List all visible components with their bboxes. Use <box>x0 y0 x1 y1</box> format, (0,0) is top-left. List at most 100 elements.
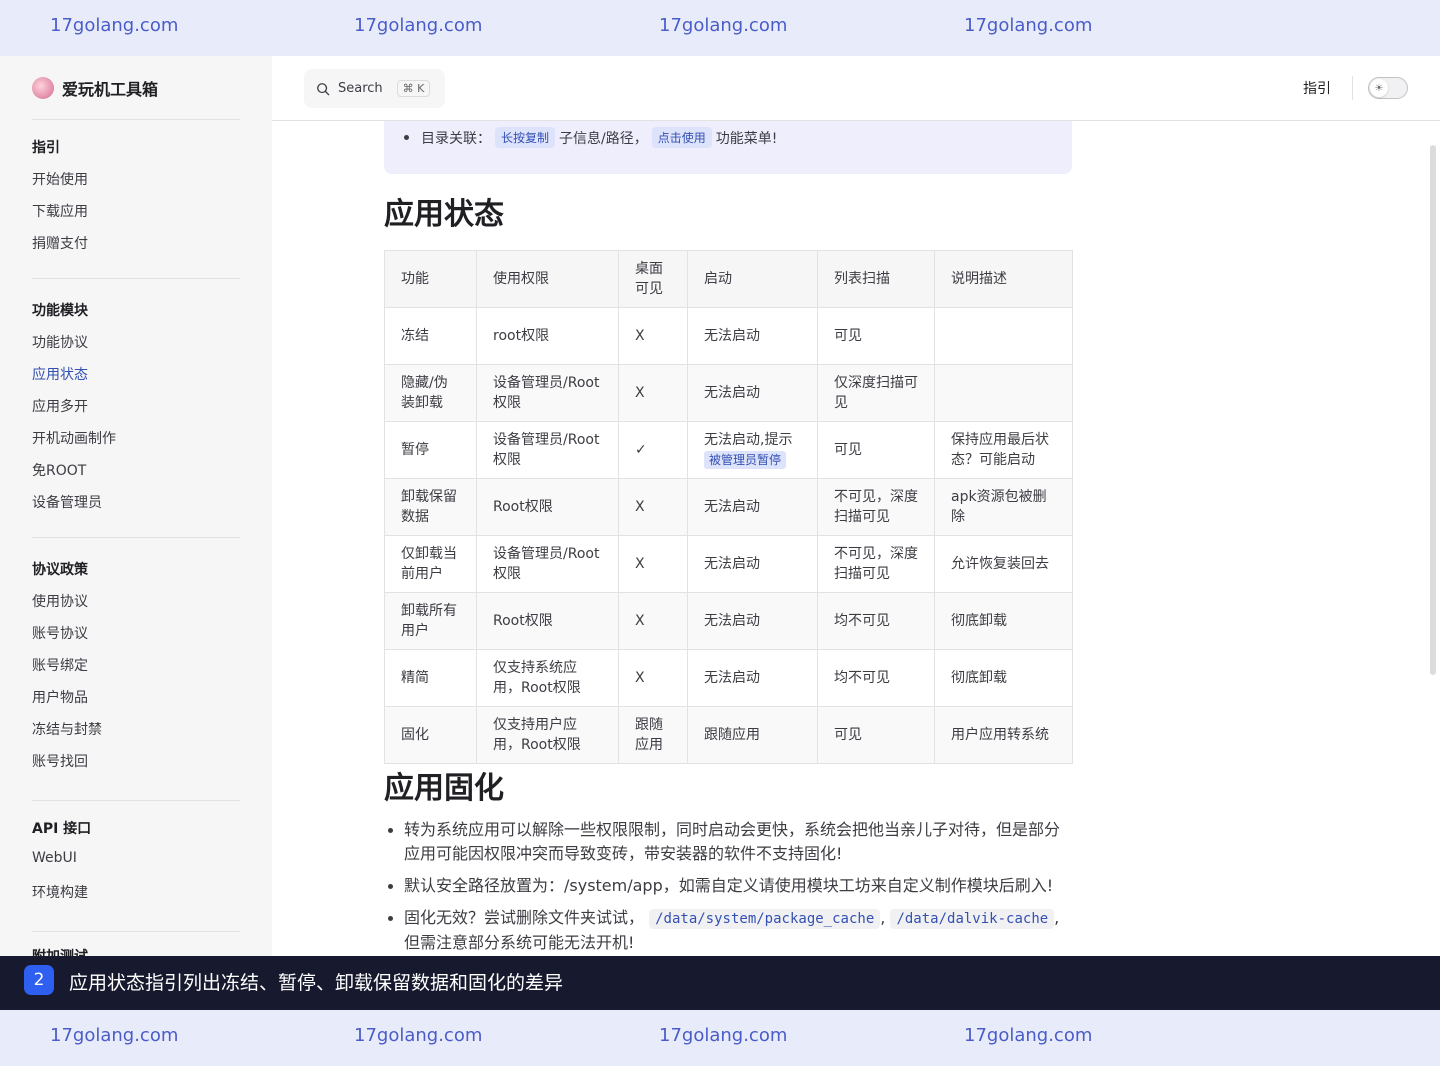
sidebar-item-account-recovery[interactable]: 账号找回 <box>32 751 88 771</box>
table-cell: 均不可见 <box>817 592 935 650</box>
table-cell: 仅支持系统应用，Root权限 <box>476 649 619 707</box>
table-header: 说明描述 <box>934 250 1073 308</box>
nav-link-guide[interactable]: 指引 <box>1303 78 1331 98</box>
table-header: 桌面可见 <box>618 250 688 308</box>
table-cell: Root权限 <box>476 592 619 650</box>
table-cell: 无法启动 <box>687 478 818 536</box>
theme-toggle[interactable]: ☀ <box>1368 77 1408 99</box>
sidebar-item-terms[interactable]: 使用协议 <box>32 591 88 611</box>
table-cell: 无法启动 <box>687 649 818 707</box>
tip-middle: 子信息/路径， <box>559 130 648 147</box>
sidebar-item-freeze-ban[interactable]: 冻结与封禁 <box>32 719 102 739</box>
table-cell: 冻结 <box>384 307 477 365</box>
sidebar-item-app-status[interactable]: 应用状态 <box>32 364 88 384</box>
table-cell: 无法启动 <box>687 364 818 422</box>
sidebar-item-download[interactable]: 下载应用 <box>32 201 88 221</box>
table-cell: 精简 <box>384 649 477 707</box>
tip-box: 目录关联： 长按复制 子信息/路径， 点击使用 功能菜单! <box>384 121 1072 174</box>
watermark-text: 17golang.com <box>964 1025 1093 1046</box>
table-row: 冻结 root权限 X 无法启动 可见 <box>384 307 1073 365</box>
sidebar-divider <box>32 537 240 538</box>
table-cell: 无法启动 <box>687 592 818 650</box>
table-row: 暂停 设备管理员/Root权限 ✓ 无法启动,提示 被管理员暂停 可见 保持应用… <box>384 421 1073 479</box>
table-cell: 仅卸载当前用户 <box>384 535 477 593</box>
table-cell: X <box>618 307 688 365</box>
paused-by-admin-chip: 被管理员暂停 <box>704 451 787 469</box>
table-cell: 可见 <box>817 706 935 764</box>
sidebar-group-title: 协议政策 <box>32 562 88 578</box>
watermark-text: 17golang.com <box>50 15 179 36</box>
sidebar-item-boot-animation[interactable]: 开机动画制作 <box>32 428 116 448</box>
table-row: 卸载保留数据 Root权限 X 无法启动 不可见，深度扫描可见 apk资源包被删… <box>384 478 1073 536</box>
solidify-list: 转为系统应用可以解除一些权限限制，同时启动会更快，系统会把他当亲儿子对待，但是部… <box>384 818 1074 956</box>
table-header: 启动 <box>687 250 818 308</box>
table-cell: X <box>618 364 688 422</box>
table-cell: 允许恢复装回去 <box>934 535 1073 593</box>
watermark-text: 17golang.com <box>50 1025 179 1046</box>
table-cell: apk资源包被删除 <box>934 478 1073 536</box>
table-row: 隐藏/伪装卸载 设备管理员/Root权限 X 无法启动 仅深度扫描可见 <box>384 364 1073 422</box>
table-cell: 设备管理员/Root权限 <box>476 421 619 479</box>
sidebar-group-title: 附加测试 <box>32 946 88 956</box>
table-cell: Root权限 <box>476 478 619 536</box>
table-cell: 不可见，深度扫描可见 <box>817 478 935 536</box>
section-title-app-status: 应用状态 <box>384 197 504 232</box>
search-shortcut: ⌘ K <box>396 80 431 97</box>
path-separator: , <box>880 908 886 927</box>
watermark-text: 17golang.com <box>354 15 483 36</box>
sidebar-item-donate[interactable]: 捐赠支付 <box>32 233 88 253</box>
sidebar-group-title: 指引 <box>32 140 60 156</box>
brand-link[interactable]: 爱玩机工具箱 <box>32 76 158 100</box>
caption-text: 应用状态指引列出冻结、暂停、卸载保留数据和固化的差异 <box>69 972 564 994</box>
table-cell: 无法启动 <box>687 307 818 365</box>
sidebar-item-user-items[interactable]: 用户物品 <box>32 687 88 707</box>
sidebar-group-title: 功能模块 <box>32 303 88 319</box>
watermark-text: 17golang.com <box>354 1025 483 1046</box>
table-cell: 固化 <box>384 706 477 764</box>
bullet <box>404 135 409 140</box>
tip-chip-click: 点击使用 <box>651 127 712 148</box>
watermark-text: 17golang.com <box>659 15 788 36</box>
table-cell: 彻底卸载 <box>934 592 1073 650</box>
sidebar-item-multi-open[interactable]: 应用多开 <box>32 396 88 416</box>
content-scrollbar[interactable] <box>1430 145 1436 675</box>
sidebar-divider <box>32 278 240 279</box>
table-cell: 设备管理员/Root权限 <box>476 364 619 422</box>
sidebar-item-account-terms[interactable]: 账号协议 <box>32 623 88 643</box>
main-content: 目录关联： 长按复制 子信息/路径， 点击使用 功能菜单! 应用状态 功能 使用… <box>272 121 1440 956</box>
step-badge: 2 <box>24 965 54 995</box>
table-cell: 隐藏/伪装卸载 <box>384 364 477 422</box>
sidebar-item-protocol[interactable]: 功能协议 <box>32 332 88 352</box>
sidebar-group-title: API 接口 <box>32 821 92 837</box>
launch-text: 无法启动,提示 <box>704 432 793 448</box>
table-cell: 卸载所有用户 <box>384 592 477 650</box>
sidebar-divider <box>32 119 240 120</box>
table-header: 使用权限 <box>476 250 619 308</box>
sidebar-item-account-binding[interactable]: 账号绑定 <box>32 655 88 675</box>
table-cell: 仅深度扫描可见 <box>817 364 935 422</box>
table-cell: 设备管理员/Root权限 <box>476 535 619 593</box>
sidebar-item-webui[interactable]: WebUI <box>32 850 77 866</box>
table-header-row: 功能 使用权限 桌面可见 启动 列表扫描 说明描述 <box>384 250 1073 308</box>
sidebar-item-no-root[interactable]: 免ROOT <box>32 460 86 480</box>
list-item: 固化无效？尝试删除文件夹试试， /data/system/package_cac… <box>384 906 1074 955</box>
table-cell: 可见 <box>817 307 935 365</box>
list-item-prefix: 固化无效？尝试删除文件夹试试， <box>404 908 645 927</box>
nav-divider <box>1352 76 1353 100</box>
table-cell: X <box>618 592 688 650</box>
table-cell: 暂停 <box>384 421 477 479</box>
table-cell: 用户应用转系统 <box>934 706 1073 764</box>
table-row: 仅卸载当前用户 设备管理员/Root权限 X 无法启动 不可见，深度扫描可见 允… <box>384 535 1073 593</box>
table-cell: X <box>618 649 688 707</box>
tip-suffix: 功能菜单! <box>715 130 778 147</box>
sidebar-item-start[interactable]: 开始使用 <box>32 169 88 189</box>
search-button[interactable]: Search ⌘ K <box>304 69 445 108</box>
watermark-text: 17golang.com <box>659 1025 788 1046</box>
table-cell: X <box>618 478 688 536</box>
sidebar-item-device-admin[interactable]: 设备管理员 <box>32 492 102 512</box>
path-package-cache: /data/system/package_cache <box>649 909 881 929</box>
path-dalvik-cache: /data/dalvik-cache <box>890 909 1055 929</box>
tip-chip-long-press: 长按复制 <box>495 127 556 148</box>
sidebar-item-env-build[interactable]: 环境构建 <box>32 882 88 902</box>
search-icon <box>317 82 330 95</box>
